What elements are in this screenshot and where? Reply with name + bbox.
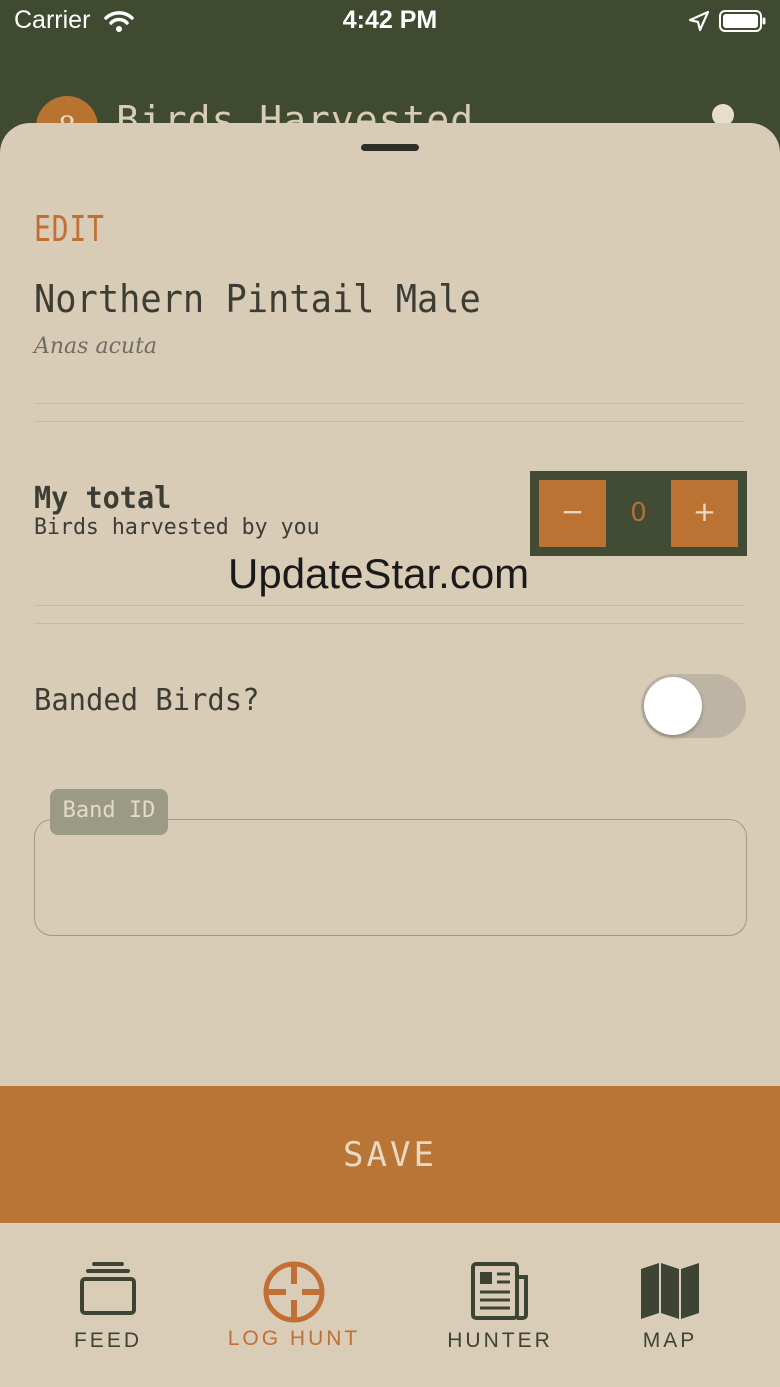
banded-birds-label: Banded Birds? (34, 683, 260, 718)
status-bar: Carrier 4:42 PM (0, 0, 780, 44)
decrement-button[interactable]: − (539, 480, 606, 547)
my-total-subtitle: Birds harvested by you (34, 515, 320, 540)
sheet-grabber[interactable] (361, 144, 419, 151)
save-button[interactable]: SAVE (0, 1086, 780, 1223)
feed-icon (79, 1261, 137, 1321)
divider (34, 623, 745, 624)
divider (34, 421, 745, 422)
edit-sheet: EDIT Northern Pintail Male Anas acuta My… (0, 123, 780, 1387)
bird-name: Northern Pintail Male (34, 277, 481, 321)
divider (34, 403, 745, 404)
my-total-title: My total (34, 481, 172, 516)
tab-label: HUNTER (447, 1329, 553, 1352)
section-label: EDIT (34, 209, 105, 250)
bird-latin-name: Anas acuta (34, 334, 158, 359)
tab-hunter[interactable]: HUNTER (408, 1223, 592, 1387)
tab-bar: FEED LOG HUNT HUNTER MAP (0, 1223, 780, 1387)
tab-label: FEED (73, 1329, 142, 1352)
tab-feed[interactable]: FEED (18, 1223, 198, 1387)
watermark: UpdateStar.com (228, 550, 530, 597)
background-header: 8 Birds Harvested (0, 44, 780, 158)
band-id-input[interactable] (49, 840, 729, 920)
tab-map[interactable]: MAP (580, 1223, 760, 1387)
toggle-knob (644, 677, 702, 735)
divider (34, 605, 745, 606)
stepper-value: 0 (630, 498, 647, 528)
newspaper-icon (470, 1261, 530, 1325)
increment-button[interactable]: + (671, 480, 738, 547)
band-id-chip: Band ID (50, 789, 168, 835)
map-icon (639, 1261, 701, 1325)
status-time: 4:42 PM (342, 6, 438, 34)
crosshair-icon (261, 1261, 327, 1329)
battery-icon (719, 9, 767, 37)
tab-label: LOG HUNT (227, 1327, 361, 1350)
location-arrow-icon (688, 10, 710, 36)
tab-log-hunt[interactable]: LOG HUNT (194, 1223, 394, 1387)
tab-label: MAP (642, 1329, 698, 1352)
banded-birds-toggle[interactable] (641, 674, 746, 738)
total-stepper: − 0 + (530, 471, 747, 556)
band-id-field[interactable] (34, 819, 747, 936)
